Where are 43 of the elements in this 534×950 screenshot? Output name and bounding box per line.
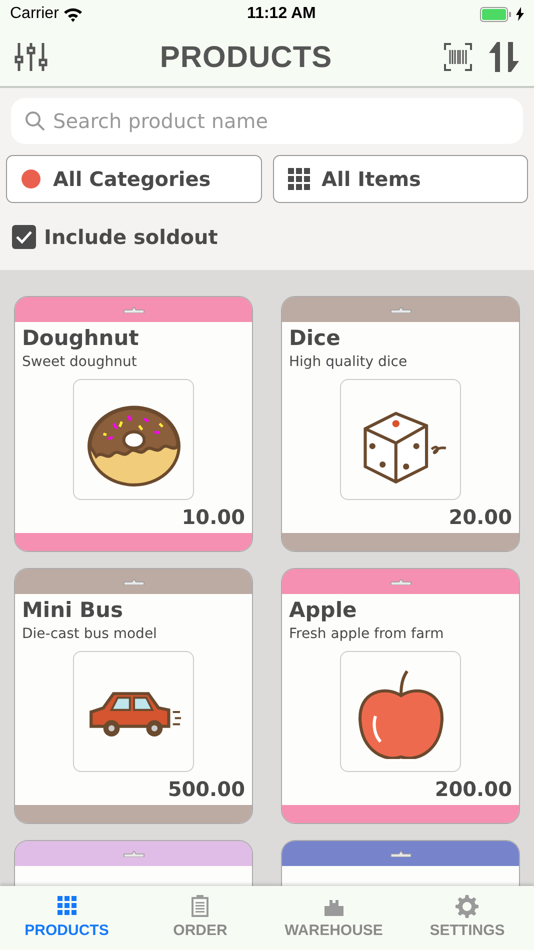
product-card[interactable]: Mini Bus Die-cast bus model 500.00 [14,568,253,824]
category-dot-icon [21,169,41,189]
grid-icon [288,168,310,190]
product-card[interactable] [281,840,520,886]
carrier-label: Carrier [10,4,59,24]
product-name: Dice [289,325,342,352]
tab-button[interactable]: PRODUCTS [0,886,134,950]
barcode-scan-icon[interactable] [444,43,472,71]
product-price: 10.00 [180,504,245,530]
hanger-icon [390,306,412,312]
product-card[interactable]: Dice High quality dice 20.00 [281,296,520,552]
product-price: 200.00 [434,776,512,802]
page-title: PRODUCTS [160,40,332,76]
category-filter-button[interactable]: All Categories [6,155,262,203]
product-description: Fresh apple from farm [289,625,445,644]
hanger-icon [390,850,412,856]
product-card[interactable]: Doughnut Sweet doughnut 10.00 [14,296,253,552]
sort-icon[interactable] [488,41,520,73]
product-description: Die-cast bus model [22,625,158,644]
product-description: High quality dice [289,353,408,372]
product-price: 20.00 [448,504,512,530]
hanger-icon [122,306,144,312]
product-name: Apple [289,597,358,624]
battery-icon [480,6,512,22]
soldout-label: Include soldout [44,224,218,251]
sliders-icon[interactable] [14,42,48,72]
hanger-icon [122,850,144,856]
search-field[interactable]: Search product name [11,98,523,144]
grid-icon [54,894,79,918]
wifi-icon [62,6,83,22]
soldout-checkbox[interactable] [12,225,36,249]
search-icon [25,111,45,131]
product-name: Mini Bus [22,597,124,624]
product-description: Sweet doughnut [22,353,138,372]
product-name: Doughnut [22,325,140,352]
product-card[interactable]: Apple Fresh apple from farm 200.00 [281,568,520,824]
settings-icon [455,894,480,918]
items-filter-button[interactable]: All Items [272,155,528,203]
hanger-icon [122,578,144,584]
hanger-icon [390,578,412,584]
clock: 11:12 AM [247,4,316,24]
charging-icon [516,7,524,21]
product-price: 500.00 [166,776,245,802]
